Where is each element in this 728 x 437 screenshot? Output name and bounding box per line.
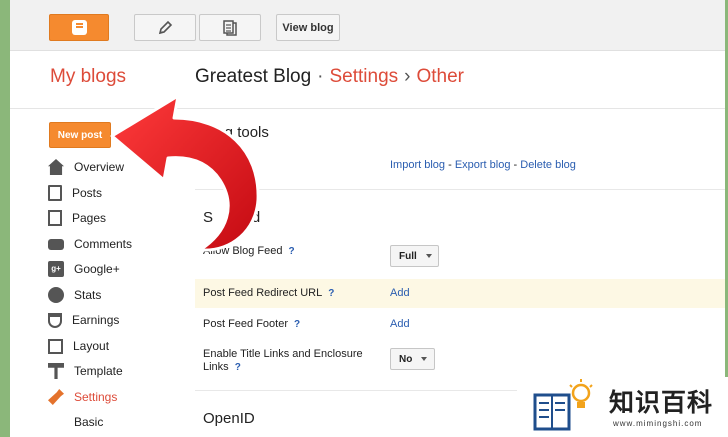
link-separator: -	[510, 159, 521, 171]
sidebar-item-overview[interactable]: Overview	[48, 157, 124, 177]
import-blog-link[interactable]: Import blog	[390, 159, 445, 171]
watermark-logo: 知识百科 www.mimingshi.com	[517, 377, 728, 437]
template-icon	[48, 363, 64, 379]
help-icon[interactable]: ?	[294, 319, 300, 330]
openid-heading: OpenID	[203, 410, 255, 427]
blogger-home-button[interactable]	[49, 14, 109, 41]
posts-icon	[48, 185, 62, 201]
section-divider	[195, 189, 725, 190]
post-feed-redirect-text: Post Feed Redirect URL	[203, 287, 323, 299]
sidebar-item-label: Template	[74, 364, 123, 378]
allow-blog-feed-label: Allow Blog Feed?	[203, 245, 295, 258]
comments-icon	[48, 238, 64, 250]
view-blog-button[interactable]: View blog	[276, 14, 340, 41]
sidebar-item-earnings[interactable]: Earnings	[48, 310, 119, 330]
earnings-icon	[48, 312, 62, 328]
chevron-down-icon	[425, 254, 432, 258]
sidebar-item-comments[interactable]: Comments	[48, 234, 132, 254]
link-separator: -	[445, 159, 455, 171]
sidebar-item-settings[interactable]: Settings	[48, 387, 117, 407]
sidebar-item-template[interactable]: Template	[48, 361, 123, 381]
sidebar-item-label: Stats	[74, 288, 102, 302]
header-divider	[10, 108, 725, 109]
enable-title-links-label: Enable Title Links and Enclosure Links?	[203, 348, 363, 374]
new-post-button[interactable]: New post	[49, 122, 111, 148]
wrench-icon	[48, 389, 64, 405]
sidebar-item-label: Comments	[74, 237, 133, 251]
sidebar-item-label: Overview	[74, 160, 125, 174]
blog-tools-links: Import blog - Export blog - Delete blog	[390, 159, 576, 171]
post-feed-redirect-add-link[interactable]: Add	[390, 287, 410, 299]
book-lightbulb-icon	[533, 379, 593, 431]
site-feed-heading-end: feed	[231, 209, 261, 226]
select-value: No	[399, 353, 413, 365]
blogger-logo-icon	[71, 20, 87, 35]
blog-tools-row-label: ols	[232, 159, 247, 171]
export-blog-link[interactable]: Export blog	[455, 159, 511, 171]
enable-title-links-select[interactable]: No	[390, 348, 435, 370]
left-frame-border	[0, 0, 10, 437]
post-feed-footer-label: Post Feed Footer?	[203, 318, 300, 331]
layout-icon	[48, 338, 63, 354]
breadcrumb-settings[interactable]: Settings	[330, 66, 399, 87]
post-feed-footer-add-link[interactable]: Add	[390, 318, 410, 330]
breadcrumb-separator: ·	[317, 66, 324, 87]
allow-blog-feed-text: Allow Blog Feed	[203, 245, 283, 257]
home-icon	[48, 159, 64, 175]
post-feed-redirect-label: Post Feed Redirect URL?	[203, 287, 334, 300]
sidebar-subitem-basic[interactable]: Basic	[74, 415, 103, 429]
sidebar-item-stats[interactable]: Stats	[48, 285, 101, 305]
help-icon[interactable]: ?	[235, 362, 241, 373]
delete-blog-link[interactable]: Delete blog	[520, 159, 576, 171]
sidebar-item-label: Pages	[72, 211, 107, 225]
stats-icon	[48, 287, 64, 303]
pages-icon	[48, 210, 62, 226]
sidebar-item-label: Earnings	[72, 313, 120, 327]
sidebar-item-google-plus[interactable]: g+ Google+	[48, 259, 120, 279]
top-toolbar: View blog	[10, 0, 725, 51]
allow-blog-feed-select[interactable]: Full	[390, 245, 439, 267]
site-feed-heading-start: S	[203, 209, 214, 226]
blog-tools-heading: Blog tools	[203, 124, 269, 141]
breadcrumb-separator: ›	[404, 66, 411, 87]
pencil-icon	[158, 20, 173, 34]
posts-list-icon	[223, 19, 237, 36]
sidebar-item-label: Posts	[72, 186, 103, 200]
post-feed-footer-text: Post Feed Footer	[203, 318, 288, 330]
sidebar-item-layout[interactable]: Layout	[48, 336, 109, 356]
sidebar-item-posts[interactable]: Posts	[48, 183, 102, 203]
sidebar-item-label: Settings	[74, 390, 118, 404]
my-blogs-title[interactable]: My blogs	[50, 66, 126, 88]
new-post-pencil-button[interactable]	[134, 14, 196, 41]
breadcrumb-other: Other	[416, 66, 465, 87]
help-icon[interactable]: ?	[289, 246, 295, 257]
select-value: Full	[399, 250, 417, 262]
sidebar-item-label: Layout	[73, 339, 110, 353]
enable-title-links-text-2: Links	[203, 361, 229, 373]
sidebar-item-label: Google+	[74, 262, 120, 276]
sidebar-item-pages[interactable]: Pages	[48, 208, 106, 228]
watermark-title: 知识百科	[609, 389, 714, 417]
view-posts-button[interactable]	[199, 14, 261, 41]
watermark-url: www.mimingshi.com	[613, 419, 703, 428]
enable-title-links-text-1: Enable Title Links and Enclosure	[203, 348, 363, 360]
chevron-down-icon	[421, 357, 428, 361]
page-breadcrumb: Greatest Blog · Settings › Other	[195, 66, 464, 88]
help-icon[interactable]: ?	[328, 288, 334, 299]
blog-name: Greatest Blog	[195, 66, 312, 87]
google-plus-icon: g+	[48, 261, 64, 277]
site-feed-heading: Sfeed	[203, 209, 260, 226]
